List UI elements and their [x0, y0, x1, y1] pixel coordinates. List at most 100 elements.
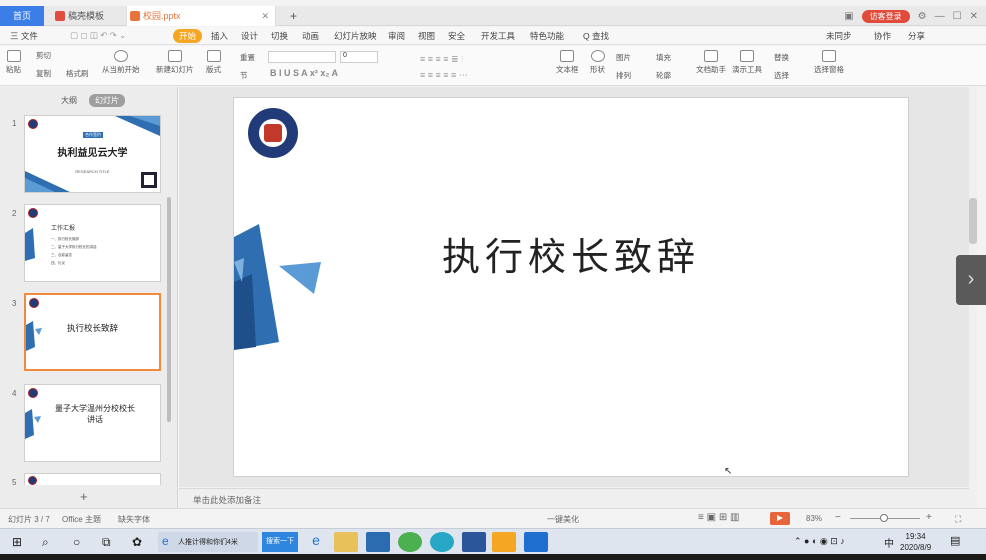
outline-button[interactable]: 轮廓	[656, 70, 671, 81]
qq-browser-icon[interactable]	[430, 532, 454, 552]
ime-indicator[interactable]: 中	[884, 535, 894, 550]
slide-thumbnail-5[interactable]	[24, 473, 161, 485]
reset-button[interactable]: 重置	[240, 52, 255, 63]
close-tab-icon[interactable]: ✕	[261, 6, 269, 26]
tab-insert[interactable]: 插入	[211, 30, 228, 42]
tab-developer[interactable]: 开发工具	[481, 30, 515, 42]
alignment-buttons[interactable]: ≡ ≡ ≡ ≡ ≡ ⋯	[420, 70, 468, 81]
skin-icon[interactable]: ⚙	[918, 11, 927, 22]
paste-button[interactable]: 粘贴	[6, 50, 21, 75]
maximize-icon[interactable]: ☐	[953, 11, 962, 22]
fit-window-icon[interactable]: ⛶	[955, 514, 961, 525]
layout-icon[interactable]: ▣	[844, 11, 853, 22]
edge-icon[interactable]: e	[304, 532, 328, 552]
file-explorer-icon[interactable]	[334, 532, 358, 552]
textbox-button[interactable]: 文本框	[556, 50, 579, 75]
university-logo-icon	[248, 108, 298, 158]
tab-home[interactable]: 首页	[0, 6, 44, 26]
tab-slides[interactable]: 幻灯片	[89, 94, 125, 107]
app-pinwheel-icon[interactable]: ✿	[132, 535, 142, 549]
collaborate-button[interactable]: 协作	[874, 30, 891, 42]
slide-thumbnail-4[interactable]: 量子大学温州分校校长讲话	[24, 384, 161, 462]
tab-outline[interactable]: 大纲	[55, 94, 83, 107]
meeting-app-icon[interactable]	[524, 532, 548, 552]
taskbar-browser-app[interactable]: e 人推计得和你们4米	[158, 532, 258, 552]
image-button[interactable]: 图片	[616, 52, 631, 63]
slide-title-text[interactable]: 执行校长致辞	[234, 226, 908, 281]
missing-font-indicator[interactable]: 缺失字体	[118, 514, 150, 525]
tab-view[interactable]: 视图	[418, 30, 435, 42]
search-command[interactable]: Q 查找	[583, 30, 609, 42]
mail-icon[interactable]	[366, 532, 390, 552]
editor-scroll-thumb[interactable]	[969, 198, 977, 244]
cut-button[interactable]: 剪切	[36, 50, 51, 61]
play-slideshow-button[interactable]	[770, 512, 790, 525]
select-button[interactable]: 选择	[774, 70, 789, 81]
expand-side-panel-button[interactable]: ›	[956, 255, 986, 305]
tab-slideshow[interactable]: 幻灯片放映	[334, 30, 377, 42]
font-size-select[interactable]: 0	[340, 51, 378, 63]
notes-pane[interactable]: 单击此处添加备注	[179, 488, 969, 508]
new-tab-button[interactable]: +	[286, 6, 297, 26]
new-slide-button[interactable]: 新建幻灯片	[156, 50, 194, 75]
share-button[interactable]: 分享	[908, 30, 925, 42]
zoom-level[interactable]: 83%	[806, 514, 822, 523]
section-button[interactable]: 节	[240, 70, 248, 81]
arrange-button[interactable]: 排列	[616, 70, 631, 81]
wps-logo-icon	[55, 11, 65, 21]
sync-status[interactable]: 未同步	[826, 30, 852, 42]
tab-design[interactable]: 设计	[241, 30, 258, 42]
format-painter-button[interactable]: 格式刷	[66, 68, 89, 79]
layout-button[interactable]: 版式	[206, 50, 221, 75]
replace-button[interactable]: 替换	[774, 52, 789, 63]
cortana-icon[interactable]: ○	[73, 535, 80, 549]
quick-access-icons[interactable]: ▢ ◻ ◫ ↶ ↷ ⌄	[70, 30, 126, 41]
tab-security[interactable]: 安全	[448, 30, 465, 42]
slide-thumbnail-3-selected[interactable]: 执行校长致辞	[24, 293, 161, 371]
close-window-icon[interactable]: ✕	[970, 11, 978, 22]
minimize-icon[interactable]: —	[935, 11, 945, 22]
copy-button[interactable]: 复制	[36, 68, 51, 79]
system-clock[interactable]: 19:34 2020/8/9	[900, 531, 931, 553]
word-icon[interactable]	[462, 532, 486, 552]
zoom-out-button[interactable]: −	[835, 512, 841, 523]
search-icon[interactable]: ⌕	[42, 535, 49, 550]
tab-review[interactable]: 审阅	[388, 30, 405, 42]
login-button[interactable]: 访客登录	[861, 9, 910, 23]
current-slide-canvas[interactable]: 执行校长致辞 ↖	[233, 97, 909, 477]
tab-start[interactable]: 开始	[173, 29, 203, 43]
task-view-icon[interactable]: ⧉	[102, 535, 111, 550]
screen-bottom-edge	[0, 554, 986, 560]
notification-icon[interactable]: ▤	[950, 534, 960, 547]
browser-360-icon[interactable]	[398, 532, 422, 552]
panel-scrollbar[interactable]	[167, 197, 171, 422]
from-current-button[interactable]: 从当前开始	[102, 50, 140, 75]
view-mode-icons[interactable]: ≡ ▣ ⊞ ▥	[698, 512, 739, 523]
beautify-button[interactable]: 一键美化	[547, 514, 579, 525]
zoom-slider-knob[interactable]	[880, 514, 888, 522]
tray-icons[interactable]: ⌃ ● ◐ ◉ ⊡ ♪	[794, 536, 845, 547]
paragraph-buttons[interactable]: ≡ ≡ ≡ ≡ ≣ ⫶	[420, 54, 463, 65]
tab-transition[interactable]: 切换	[271, 30, 288, 42]
slide-thumbnail-2[interactable]: 工作汇报 一、执行校长致辞 二、量子大学执行校长的讲话 三、合影留念 四、礼仪	[24, 204, 161, 282]
fill-button[interactable]: 填充	[656, 52, 671, 63]
shape-button[interactable]: 形状	[590, 50, 605, 75]
slide-thumbnail-panel: 大纲 幻灯片 1 合作签约 执利益见云大学 RESEARCH TITLE 2 工…	[0, 87, 178, 508]
tab-features[interactable]: 特色功能	[530, 30, 564, 42]
slide-thumbnail-1[interactable]: 合作签约 执利益见云大学 RESEARCH TITLE	[24, 115, 161, 193]
windows-start-icon[interactable]: ⊞	[12, 535, 22, 549]
presenter-tools-button[interactable]: 演示工具	[732, 50, 762, 75]
add-slide-button[interactable]: +	[80, 489, 88, 504]
taskbar-search-button[interactable]: 搜索一下	[262, 532, 298, 552]
selection-pane-button[interactable]: 选择窗格	[814, 50, 844, 75]
tab-current-document[interactable]: 校园.pptx ✕	[126, 6, 276, 26]
tab-animation[interactable]: 动画	[302, 30, 319, 42]
doc-helper-button[interactable]: 文档助手	[696, 50, 726, 75]
font-name-select[interactable]	[268, 51, 336, 63]
font-style-buttons[interactable]: B I U S A x² x₂ A	[270, 68, 338, 78]
zoom-in-button[interactable]: +	[926, 512, 932, 523]
wechat-icon[interactable]	[492, 532, 516, 552]
slide-2-agenda: 一、执行校长致辞 二、量子大学执行校长的讲话 三、合影留念 四、礼仪	[51, 237, 97, 265]
tab-template[interactable]: 稿壳模板	[52, 6, 122, 26]
file-menu[interactable]: 三 文件	[10, 30, 38, 42]
